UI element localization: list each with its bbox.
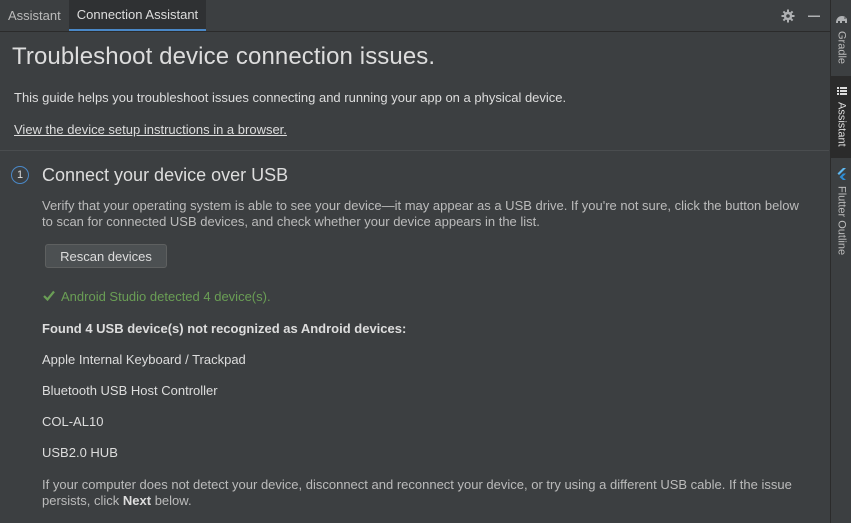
- detection-status-text: Android Studio detected 4 device(s).: [61, 289, 271, 304]
- setup-instructions-link[interactable]: View the device setup instructions in a …: [14, 122, 287, 137]
- tab-assistant[interactable]: Assistant: [0, 0, 69, 31]
- side-tab-flutter-outline-label: Flutter Outline: [835, 186, 848, 256]
- section-divider: [0, 150, 829, 151]
- device-list-item: COL-AL10: [42, 414, 104, 429]
- side-tab-flutter-outline[interactable]: Flutter Outline: [831, 168, 851, 255]
- rescan-devices-button[interactable]: Rescan devices: [45, 244, 167, 268]
- right-tool-strip: Gradle Assistant Flutter Outline: [830, 0, 851, 523]
- step-title: Connect your device over USB: [42, 165, 289, 185]
- step-description: Verify that your operating system is abl…: [42, 198, 799, 229]
- side-tab-gradle[interactable]: Gradle: [831, 14, 851, 64]
- gear-icon[interactable]: [780, 8, 796, 24]
- side-tab-assistant[interactable]: Assistant: [831, 76, 851, 158]
- device-list-item: Bluetooth USB Host Controller: [42, 383, 218, 398]
- page-title: Troubleshoot device connection issues.: [12, 43, 436, 70]
- footer-next-label: Next: [122, 493, 152, 508]
- detection-status: Android Studio detected 4 device(s).: [43, 289, 271, 304]
- tool-window-actions: [780, 0, 830, 31]
- minimize-icon[interactable]: [806, 8, 822, 24]
- step-number-badge: 1: [11, 166, 29, 184]
- assistant-content: Troubleshoot device connection issues. T…: [0, 32, 829, 523]
- gradle-elephant-icon: [835, 14, 848, 28]
- list-icon: [836, 86, 847, 99]
- side-tab-gradle-label: Gradle: [835, 31, 848, 65]
- tool-window-tabbar: Assistant Connection Assistant: [0, 0, 830, 32]
- device-list-item: USB2.0 HUB: [42, 445, 118, 460]
- unrecognized-devices-heading: Found 4 USB device(s) not recognized as …: [42, 321, 407, 336]
- tab-connection-assistant-label: Connection Assistant: [76, 7, 199, 22]
- device-list-item: Apple Internal Keyboard / Trackpad: [42, 352, 246, 367]
- tab-assistant-label: Assistant: [8, 8, 61, 23]
- side-tab-assistant-label: Assistant: [835, 102, 848, 147]
- troubleshoot-footer-text: If your computer does not detect your de…: [42, 477, 812, 509]
- flutter-icon: [837, 168, 847, 183]
- intro-text: This guide helps you troubleshoot issues…: [14, 90, 567, 105]
- tab-connection-assistant[interactable]: Connection Assistant: [68, 0, 207, 31]
- footer-text-end: below.: [151, 493, 192, 508]
- check-icon: [43, 289, 55, 304]
